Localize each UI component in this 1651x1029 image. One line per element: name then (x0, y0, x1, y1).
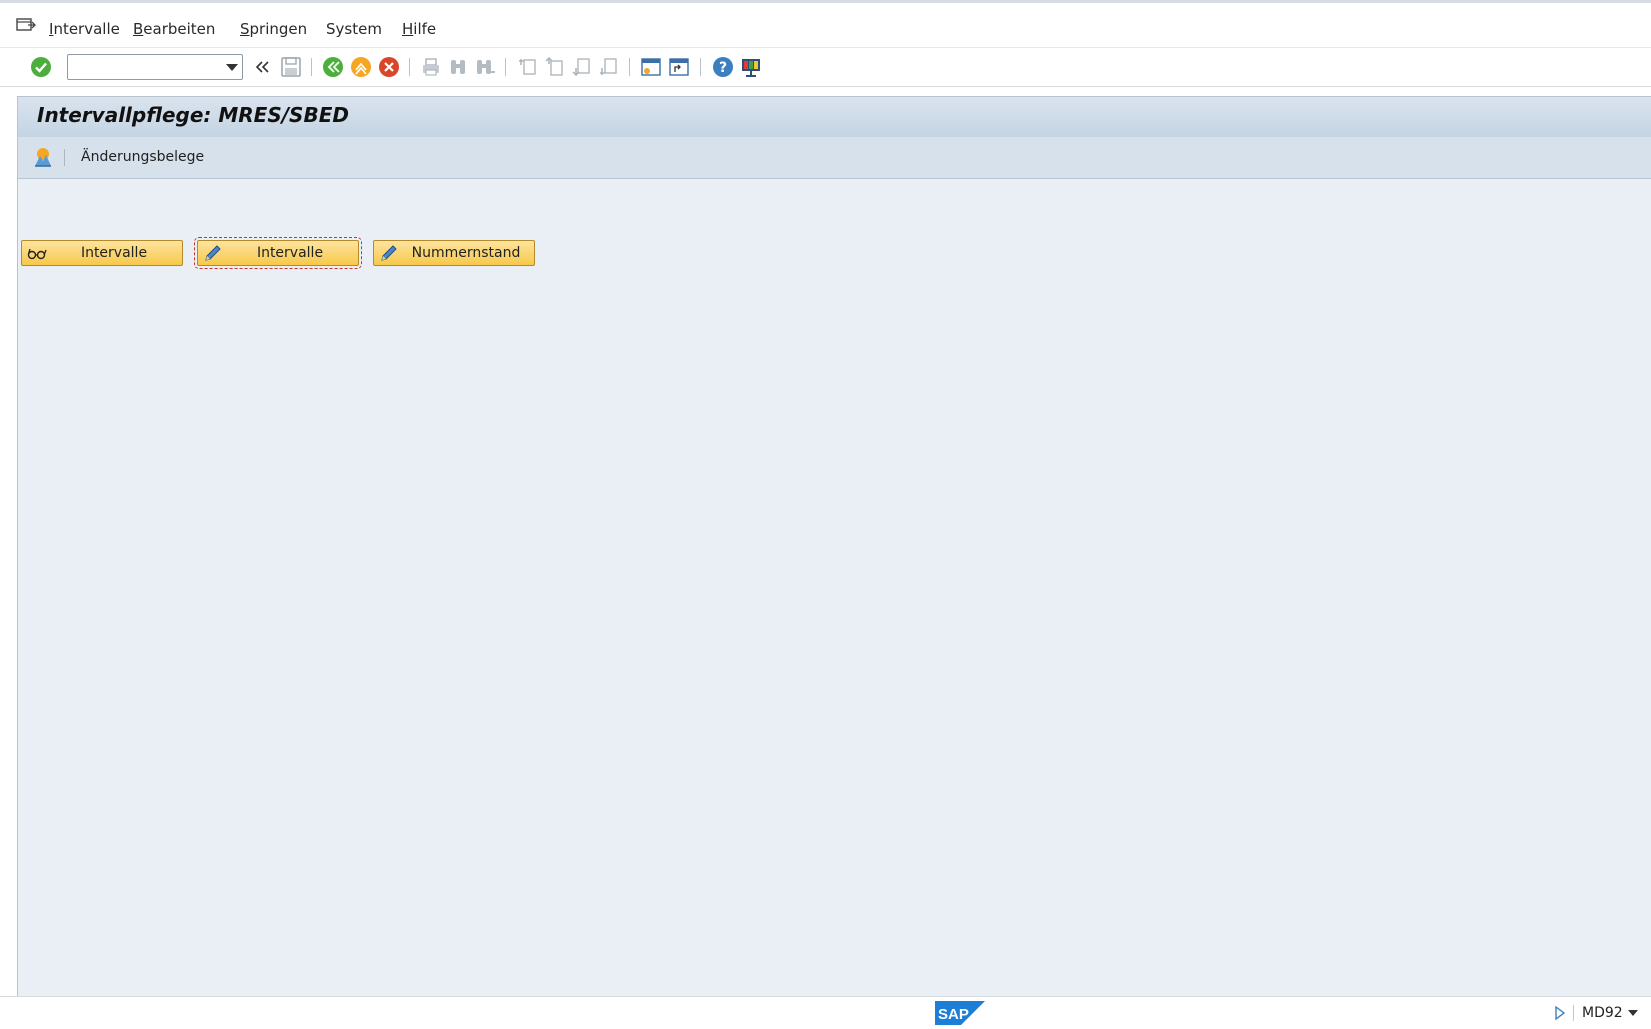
app-toolbar-separator (64, 149, 65, 166)
display-intervals-button[interactable]: Intervalle (21, 240, 183, 266)
find-icon[interactable] (447, 56, 469, 78)
change-documents-button[interactable]: Änderungsbelege (81, 149, 204, 165)
change-intervals-button[interactable]: Intervalle (194, 237, 362, 269)
number-status-button[interactable]: Nummernstand (373, 240, 535, 266)
cancel-icon[interactable] (378, 56, 400, 78)
application-toolbar: Änderungsbelege (18, 137, 1651, 179)
status-expand-icon[interactable] (1555, 1006, 1565, 1020)
command-input[interactable] (72, 56, 226, 80)
print-icon[interactable] (420, 56, 442, 78)
toolbar-separator (505, 58, 506, 76)
system-toolbar: ? (0, 47, 1651, 87)
new-session-icon[interactable] (640, 56, 662, 78)
back-icon[interactable] (322, 56, 344, 78)
title-bar: Intervallpflege: MRES/SBED (18, 97, 1651, 138)
transaction-code: MD92 (1582, 1005, 1623, 1021)
toolbar-separator (629, 58, 630, 76)
first-page-icon[interactable] (516, 56, 538, 78)
menu-bar: Intervalle Bearbeiten Springen System Hi… (0, 0, 1651, 47)
shortcut-icon[interactable] (668, 56, 690, 78)
pencil-icon (381, 245, 397, 261)
back-double-icon[interactable] (252, 56, 274, 78)
exit-icon[interactable] (350, 56, 372, 78)
menu-springen[interactable]: Springen (240, 20, 307, 38)
customize-layout-icon[interactable] (740, 56, 762, 78)
display-intervals-label: Intervalle (80, 245, 148, 261)
toolbar-separator (700, 58, 701, 76)
svg-text:?: ? (719, 60, 727, 76)
next-page-icon[interactable] (570, 56, 592, 78)
status-bar: SAP MD92 (0, 996, 1651, 1029)
status-separator (1573, 1005, 1574, 1021)
status-dropdown-icon[interactable] (1628, 1010, 1638, 1016)
command-field[interactable] (67, 54, 243, 80)
menu-system[interactable]: System (326, 20, 382, 38)
content-area: Intervallpflege: MRES/SBED Änderungsbele… (17, 96, 1651, 996)
previous-page-icon[interactable] (543, 56, 565, 78)
number-status-label: Nummernstand (411, 245, 521, 261)
menu-window-icon[interactable] (16, 17, 36, 33)
svg-text:SAP: SAP (938, 1006, 969, 1023)
menu-intervalle[interactable]: Intervalle (49, 20, 120, 38)
enter-icon[interactable] (30, 56, 52, 78)
toolbar-separator (409, 58, 410, 76)
toolbar-separator (311, 58, 312, 76)
save-icon[interactable] (280, 56, 302, 78)
menu-hilfe[interactable]: Hilfe (402, 20, 436, 38)
page-title: Intervallpflege: MRES/SBED (37, 103, 349, 127)
glasses-icon (27, 248, 47, 260)
help-icon[interactable]: ? (712, 56, 734, 78)
last-page-icon[interactable] (597, 56, 619, 78)
pencil-icon (205, 245, 221, 261)
change-intervals-label: Intervalle (256, 245, 324, 261)
sap-logo: SAP (935, 1001, 985, 1025)
find-next-icon[interactable] (474, 56, 496, 78)
change-documents-icon[interactable] (32, 146, 54, 168)
command-dropdown-icon[interactable] (226, 64, 238, 71)
menu-bearbeiten[interactable]: Bearbeiten (133, 20, 215, 38)
